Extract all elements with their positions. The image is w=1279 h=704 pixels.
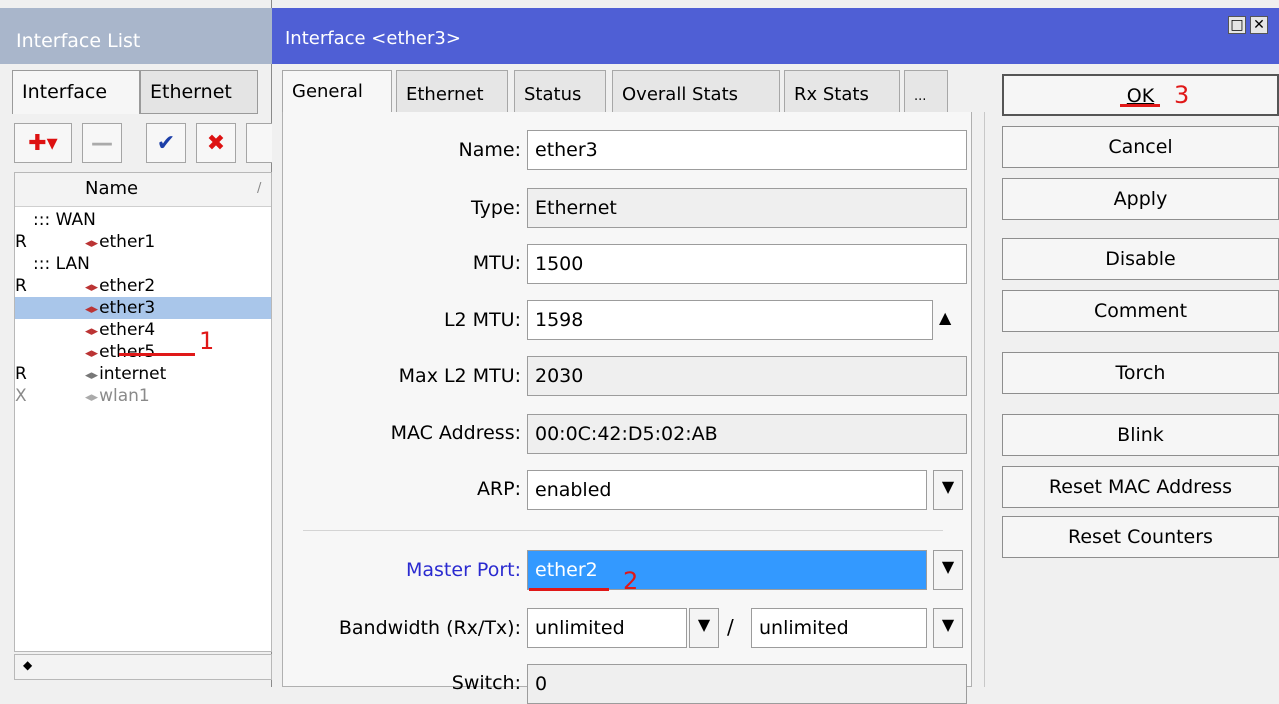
group-label: ::: LAN bbox=[33, 254, 90, 274]
interface-list-window: Interface List Interface Ethernet ✚▾ — ✔… bbox=[0, 0, 272, 687]
bandwidth-rx-select[interactable]: unlimited bbox=[527, 608, 687, 648]
interface-dialog: Interface <ether3> □ ✕ General Ethernet … bbox=[272, 8, 1279, 704]
l2mtu-field[interactable]: 1598 bbox=[527, 300, 933, 340]
interface-table: Name / ::: WAN R ◂▸ether1 ::: LAN R ◂▸et… bbox=[14, 172, 272, 652]
arp-label: ARP: bbox=[476, 478, 521, 500]
tab-status[interactable]: Status bbox=[514, 70, 606, 118]
mac-address-field: 00:0C:42:D5:02:AB bbox=[527, 414, 967, 454]
annotation-underline-3 bbox=[1120, 104, 1160, 107]
wireless-icon: ◂▸ bbox=[85, 390, 99, 405]
row-name: internet bbox=[99, 364, 167, 384]
reset-mac-address-button[interactable]: Reset MAC Address bbox=[1002, 466, 1279, 508]
ok-button[interactable]: OK bbox=[1002, 74, 1279, 116]
ethernet-icon: ◂▸ bbox=[85, 346, 99, 361]
annotation-underline-2 bbox=[529, 588, 609, 591]
disable-button[interactable]: ✖ bbox=[196, 123, 236, 163]
tab-ethernet[interactable]: Ethernet bbox=[396, 70, 508, 118]
list-item-ether3[interactable]: ◂▸ether3 bbox=[15, 297, 271, 319]
add-button[interactable]: ✚▾ bbox=[14, 123, 72, 163]
arp-dropdown-icon[interactable]: ▼ bbox=[933, 470, 963, 510]
row-name: ether2 bbox=[99, 276, 156, 296]
blink-button[interactable]: Blink bbox=[1002, 414, 1279, 456]
torch-button[interactable]: Torch bbox=[1002, 352, 1279, 394]
scroll-left-icon[interactable]: ◆ bbox=[23, 658, 32, 672]
list-item-ether1[interactable]: R ◂▸ether1 bbox=[15, 231, 271, 253]
disable-button[interactable]: Disable bbox=[1002, 238, 1279, 280]
annotation-step-2: 2 bbox=[623, 567, 639, 595]
bandwidth-separator: / bbox=[727, 615, 734, 639]
switch-label: Switch: bbox=[451, 672, 521, 694]
row-flag: R bbox=[15, 232, 27, 252]
row-flag: R bbox=[15, 364, 27, 384]
master-port-dropdown-icon[interactable]: ▼ bbox=[933, 550, 963, 590]
row-name: wlan1 bbox=[99, 386, 150, 406]
name-field[interactable]: ether3 bbox=[527, 130, 967, 170]
bandwidth-tx-dropdown-icon[interactable]: ▼ bbox=[933, 608, 963, 648]
list-item-ether4[interactable]: ◂▸ether4 bbox=[15, 319, 271, 341]
sort-marker: / bbox=[257, 181, 262, 196]
pppoe-icon: ◂▸ bbox=[85, 368, 99, 383]
comment-button[interactable]: Comment bbox=[1002, 290, 1279, 332]
column-name[interactable]: Name bbox=[85, 178, 138, 199]
interface-list-title: Interface List bbox=[0, 8, 272, 64]
type-label: Type: bbox=[470, 197, 521, 219]
reset-counters-button[interactable]: Reset Counters bbox=[1002, 516, 1279, 558]
row-name: ether5 bbox=[99, 342, 156, 362]
separator bbox=[303, 530, 943, 531]
list-item-ether2[interactable]: R ◂▸ether2 bbox=[15, 275, 271, 297]
comment-toolbar-button-partial[interactable] bbox=[246, 123, 272, 163]
master-port-label: Master Port: bbox=[406, 559, 521, 581]
tab-overall-stats[interactable]: Overall Stats bbox=[612, 70, 780, 118]
row-flag: R bbox=[15, 276, 27, 296]
tab-rx-stats[interactable]: Rx Stats bbox=[784, 70, 900, 118]
dialog-title: Interface <ether3> bbox=[272, 8, 1279, 64]
apply-button[interactable]: Apply bbox=[1002, 178, 1279, 220]
annotation-step-3: 3 bbox=[1174, 81, 1190, 109]
mtu-label: MTU: bbox=[472, 252, 521, 274]
tab-interface[interactable]: Interface bbox=[12, 70, 140, 114]
tab-general[interactable]: General bbox=[282, 70, 392, 118]
bandwidth-rx-dropdown-icon[interactable]: ▼ bbox=[689, 608, 719, 648]
row-flag: X bbox=[15, 386, 27, 406]
ethernet-icon: ◂▸ bbox=[85, 302, 99, 317]
close-icon[interactable]: ✕ bbox=[1250, 16, 1268, 34]
list-item-wlan1[interactable]: X ◂▸wlan1 bbox=[15, 385, 271, 407]
cancel-button[interactable]: Cancel bbox=[1002, 126, 1279, 168]
row-name: ether3 bbox=[99, 298, 156, 318]
tab-more[interactable]: ... bbox=[904, 70, 948, 118]
list-item-group-lan[interactable]: ::: LAN bbox=[15, 253, 271, 275]
list-item-internet[interactable]: R ◂▸internet bbox=[15, 363, 271, 385]
arp-select[interactable]: enabled bbox=[527, 470, 927, 510]
tab-ethernet[interactable]: Ethernet bbox=[140, 70, 258, 114]
bandwidth-tx-select[interactable]: unlimited bbox=[751, 608, 927, 648]
type-field: Ethernet bbox=[527, 188, 967, 228]
restore-icon[interactable]: □ bbox=[1228, 16, 1246, 34]
annotation-step-1: 1 bbox=[199, 327, 215, 355]
ethernet-icon: ◂▸ bbox=[85, 280, 99, 295]
ethernet-icon: ◂▸ bbox=[85, 236, 99, 251]
row-name: ether1 bbox=[99, 232, 156, 252]
horizontal-scrollbar[interactable]: ◆ bbox=[14, 654, 272, 680]
panel-divider bbox=[984, 112, 985, 687]
bandwidth-label: Bandwidth (Rx/Tx): bbox=[338, 617, 521, 639]
mac-address-label: MAC Address: bbox=[390, 422, 521, 444]
group-label: ::: WAN bbox=[33, 210, 96, 230]
table-header: Name / bbox=[15, 173, 271, 207]
list-item-ether5[interactable]: ◂▸ether5 bbox=[15, 341, 271, 363]
annotation-underline-1 bbox=[119, 353, 195, 356]
switch-field: 0 bbox=[527, 664, 967, 704]
mtu-field[interactable]: 1500 bbox=[527, 244, 967, 284]
remove-button[interactable]: — bbox=[82, 123, 122, 163]
max-l2mtu-label: Max L2 MTU: bbox=[398, 365, 521, 387]
l2mtu-label: L2 MTU: bbox=[443, 309, 521, 331]
general-panel: Name: ether3 Type: Ethernet MTU: 1500 L2… bbox=[282, 112, 972, 704]
max-l2mtu-field: 2030 bbox=[527, 356, 967, 396]
enable-button[interactable]: ✔ bbox=[146, 123, 186, 163]
name-label: Name: bbox=[458, 139, 521, 161]
list-item-group-wan[interactable]: ::: WAN bbox=[15, 209, 271, 231]
row-name: ether4 bbox=[99, 320, 156, 340]
master-port-select[interactable]: ether2 bbox=[527, 550, 927, 590]
l2mtu-collapse-icon[interactable]: ▲ bbox=[939, 308, 951, 327]
ethernet-icon: ◂▸ bbox=[85, 324, 99, 339]
